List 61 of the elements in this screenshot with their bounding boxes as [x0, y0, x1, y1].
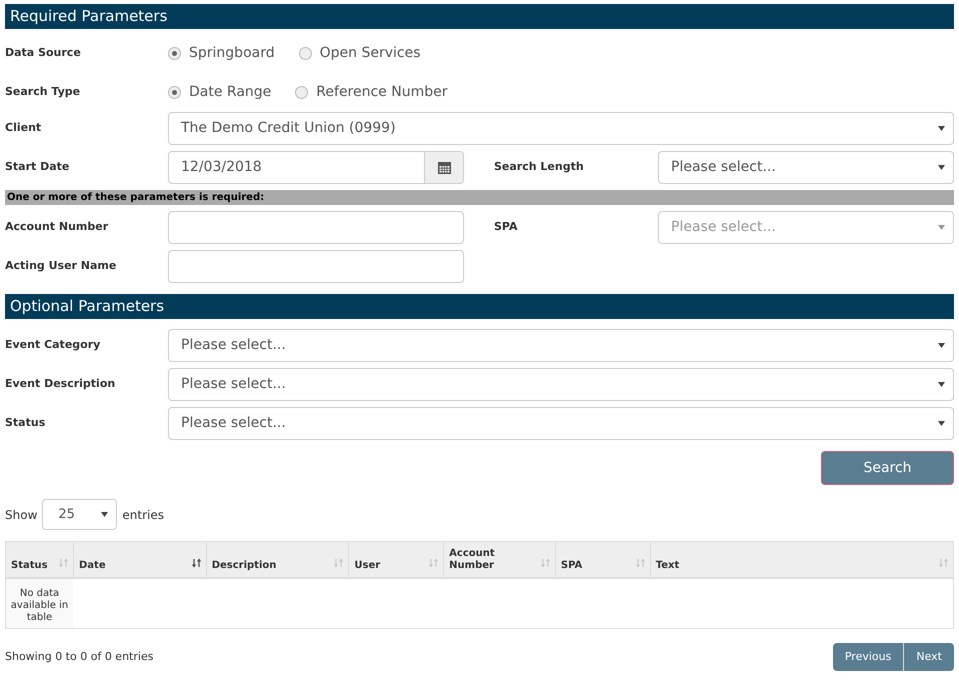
- input-field[interactable]: [168, 211, 464, 244]
- radio-button[interactable]: [295, 86, 308, 99]
- field-label: Event Category: [5, 337, 102, 354]
- dropdown-field[interactable]: The Demo Credit Union (0999): [168, 112, 954, 145]
- notice-bar: One or more of these parameters is required:: [5, 190, 954, 205]
- sort-icon: [429, 558, 438, 568]
- radio-button[interactable]: [168, 86, 181, 99]
- caret-icon: [938, 421, 945, 426]
- field-label: SPA: [494, 219, 518, 236]
- caret-icon: [938, 343, 945, 348]
- pagination-button[interactable]: Next: [904, 643, 954, 671]
- field-label: Start Date: [5, 159, 70, 176]
- calendar-icon: [438, 161, 450, 174]
- caret-icon: [938, 126, 945, 131]
- sort-icon: [192, 558, 201, 568]
- field-label: Account Number: [5, 219, 110, 236]
- field-label: Search Type: [5, 84, 82, 100]
- radio-label: Reference Number: [316, 83, 448, 102]
- column-header[interactable]: Description: [206, 542, 348, 577]
- page-size-dropdown[interactable]: 25: [42, 499, 118, 530]
- column-header[interactable]: Status: [6, 542, 73, 577]
- field-label: Acting User Name: [5, 258, 118, 274]
- radio-label: Springboard: [189, 44, 275, 63]
- radio-label: Open Services: [320, 44, 420, 63]
- show-label: Show: [5, 506, 38, 524]
- column-header[interactable]: Date: [73, 542, 206, 577]
- dropdown-field[interactable]: Please select...: [658, 151, 954, 184]
- table-info: Showing 0 to 0 of 0 entries: [5, 648, 154, 665]
- field-label: Event Description: [5, 376, 116, 392]
- column-header[interactable]: Text: [650, 542, 953, 577]
- caret-icon: [938, 225, 945, 230]
- field-label: Client: [5, 120, 42, 136]
- radio-button[interactable]: [298, 47, 312, 60]
- sort-icon: [636, 558, 645, 568]
- column-header[interactable]: SPA: [554, 542, 650, 577]
- radio-label: Date Range: [189, 83, 272, 102]
- caret-icon: [938, 165, 945, 170]
- sort-icon: [540, 558, 550, 568]
- calendar-button[interactable]: [424, 152, 463, 183]
- radio-button[interactable]: [168, 47, 181, 60]
- pagination-button[interactable]: Previous: [832, 643, 904, 671]
- sort-icon: [334, 558, 344, 568]
- field-label: Search Length: [494, 159, 585, 176]
- dropdown-field[interactable]: Please select...: [168, 368, 954, 401]
- field-label: Status: [5, 415, 46, 432]
- dropdown-field[interactable]: Please select...: [168, 329, 954, 362]
- section-header: Optional Parameters: [5, 294, 954, 319]
- column-header[interactable]: Account Number: [443, 542, 555, 577]
- entries-label: entries: [122, 506, 164, 524]
- caret-icon: [101, 512, 108, 517]
- empty-table-message: No data available in table: [6, 579, 73, 628]
- sort-icon: [939, 558, 948, 568]
- search-button[interactable]: Search: [821, 451, 954, 485]
- sort-icon: [59, 558, 68, 568]
- dropdown-field[interactable]: Please select...: [168, 407, 954, 440]
- section-header: Required Parameters: [5, 4, 954, 29]
- column-header[interactable]: User: [348, 542, 444, 577]
- caret-icon: [938, 382, 945, 387]
- field-label: Data Source: [5, 45, 82, 62]
- input-field[interactable]: [168, 250, 464, 283]
- date-field[interactable]: 12/03/2018: [168, 151, 464, 184]
